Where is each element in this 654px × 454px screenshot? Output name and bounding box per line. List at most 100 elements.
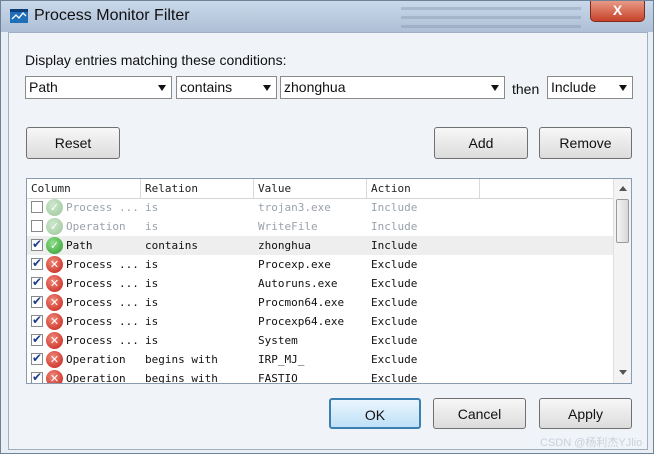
cell-relation: begins with — [145, 372, 218, 384]
cell-action: Include — [371, 239, 418, 252]
relation-select-value: contains — [180, 79, 233, 95]
chevron-down-icon — [491, 85, 499, 91]
relation-select[interactable]: contains — [176, 76, 277, 99]
checkmark-icon: ✔ — [32, 275, 43, 289]
checkmark-icon: ✔ — [32, 256, 43, 270]
checkmark-icon: ✔ — [32, 294, 43, 308]
header-relation[interactable]: Relation — [141, 179, 254, 198]
scroll-up-icon[interactable] — [619, 186, 627, 191]
cancel-button[interactable]: Cancel — [433, 398, 526, 429]
filter-list[interactable]: Column Relation Value Action ✓ Process ..… — [26, 178, 632, 384]
enable-checkbox[interactable]: ✔ — [31, 370, 43, 384]
exclude-x-icon: ✕ — [46, 313, 63, 330]
cell-value: System — [258, 334, 298, 347]
cell-action: Exclude — [371, 258, 418, 271]
table-row[interactable]: ✔ ✕ Operation begins with IRP_MJ_ Exclude — [27, 350, 613, 369]
cell-column: Process ... — [66, 201, 139, 214]
cell-relation: begins with — [145, 353, 218, 366]
cell-value: WriteFile — [258, 220, 318, 233]
header-action[interactable]: Action — [367, 179, 480, 198]
enable-checkbox[interactable]: ✔ — [31, 237, 43, 251]
cell-action: Include — [371, 220, 418, 233]
checkmark-icon: ✔ — [32, 351, 43, 365]
table-row[interactable]: ✔ ✕ Process ... is Procexp64.exe Exclude — [27, 312, 613, 331]
cell-relation: contains — [145, 239, 198, 252]
vertical-scrollbar[interactable] — [613, 179, 631, 383]
window-title: Process Monitor Filter — [34, 7, 190, 24]
cell-relation: is — [145, 201, 159, 214]
table-row[interactable]: ✔ ✕ Operation begins with FASTIO Exclude — [27, 369, 613, 384]
header-value[interactable]: Value — [254, 179, 367, 198]
cell-value: Procexp.exe — [258, 258, 331, 271]
cell-column: Process ... — [66, 296, 139, 309]
cell-value: IRP_MJ_ — [258, 353, 305, 366]
filter-dialog: Process Monitor Filter X Display entries… — [0, 0, 654, 454]
cell-value: zhonghua — [258, 239, 311, 252]
cell-action: Exclude — [371, 296, 418, 309]
cell-column: Operation — [66, 372, 126, 384]
enable-checkbox[interactable]: ✔ — [31, 313, 43, 327]
cell-column: Operation — [66, 220, 126, 233]
dialog-body: Display entries matching these condition… — [8, 32, 648, 450]
table-row[interactable]: ✔ ✕ Process ... is Procmon64.exe Exclude — [27, 293, 613, 312]
cell-relation: is — [145, 296, 159, 309]
enable-checkbox[interactable] — [31, 220, 43, 232]
cell-action: Exclude — [371, 277, 418, 290]
header-column[interactable]: Column — [27, 179, 141, 198]
enable-checkbox[interactable]: ✔ — [31, 294, 43, 308]
action-select-value: Include — [551, 79, 597, 95]
checkmark-icon: ✔ — [32, 370, 43, 384]
value-combo-text: zhonghua — [284, 79, 346, 95]
include-check-icon: ✓ — [46, 199, 63, 216]
title-bar[interactable]: Process Monitor Filter X — [1, 1, 653, 32]
list-header: Column Relation Value Action — [27, 179, 613, 199]
cell-action: Exclude — [371, 372, 418, 384]
table-row[interactable]: ✓ Operation is WriteFile Include — [27, 217, 613, 236]
enable-checkbox[interactable]: ✔ — [31, 332, 43, 346]
remove-button[interactable]: Remove — [539, 127, 632, 159]
exclude-x-icon: ✕ — [46, 294, 63, 311]
cell-action: Exclude — [371, 334, 418, 347]
enable-checkbox[interactable]: ✔ — [31, 275, 43, 289]
reset-button[interactable]: Reset — [26, 127, 120, 159]
ok-button[interactable]: OK — [329, 398, 421, 429]
cell-relation: is — [145, 277, 159, 290]
checkmark-icon: ✔ — [32, 313, 43, 327]
scroll-thumb[interactable] — [616, 199, 629, 243]
enable-checkbox[interactable] — [31, 201, 43, 213]
exclude-x-icon: ✕ — [46, 275, 63, 292]
exclude-x-icon: ✕ — [46, 370, 63, 383]
close-button[interactable]: X — [590, 1, 645, 22]
cell-value: Autoruns.exe — [258, 277, 338, 290]
scroll-down-icon[interactable] — [619, 370, 627, 375]
cell-relation: is — [145, 315, 159, 328]
cell-value: Procmon64.exe — [258, 296, 345, 309]
checkmark-icon: ✔ — [32, 237, 43, 251]
action-select[interactable]: Include — [547, 76, 633, 99]
cell-value: FASTIO — [258, 372, 298, 384]
chevron-down-icon — [263, 85, 271, 91]
close-icon: X — [612, 2, 623, 18]
cell-column: Path — [66, 239, 93, 252]
chevron-down-icon — [158, 85, 166, 91]
include-check-icon: ✓ — [46, 218, 63, 235]
checkmark-icon: ✔ — [32, 332, 43, 346]
column-select[interactable]: Path — [25, 76, 172, 99]
table-row[interactable]: ✔ ✕ Process ... is System Exclude — [27, 331, 613, 350]
table-row[interactable]: ✓ Process ... is trojan3.exe Include — [27, 198, 613, 217]
cell-value: Procexp64.exe — [258, 315, 345, 328]
apply-button[interactable]: Apply — [539, 398, 632, 429]
enable-checkbox[interactable]: ✔ — [31, 256, 43, 270]
table-row[interactable]: ✔ ✓ Path contains zhonghua Include — [27, 236, 613, 255]
cell-column: Operation — [66, 353, 126, 366]
table-row[interactable]: ✔ ✕ Process ... is Procexp.exe Exclude — [27, 255, 613, 274]
exclude-x-icon: ✕ — [46, 351, 63, 368]
background-window-text — [401, 1, 581, 32]
value-combo-input[interactable]: zhonghua — [280, 76, 505, 99]
table-row[interactable]: ✔ ✕ Process ... is Autoruns.exe Exclude — [27, 274, 613, 293]
enable-checkbox[interactable]: ✔ — [31, 351, 43, 365]
add-button[interactable]: Add — [434, 127, 528, 159]
list-rows: ✓ Process ... is trojan3.exe Include ✓ Operati… — [27, 198, 613, 384]
include-check-icon: ✓ — [46, 237, 63, 254]
then-label: then — [512, 81, 540, 97]
